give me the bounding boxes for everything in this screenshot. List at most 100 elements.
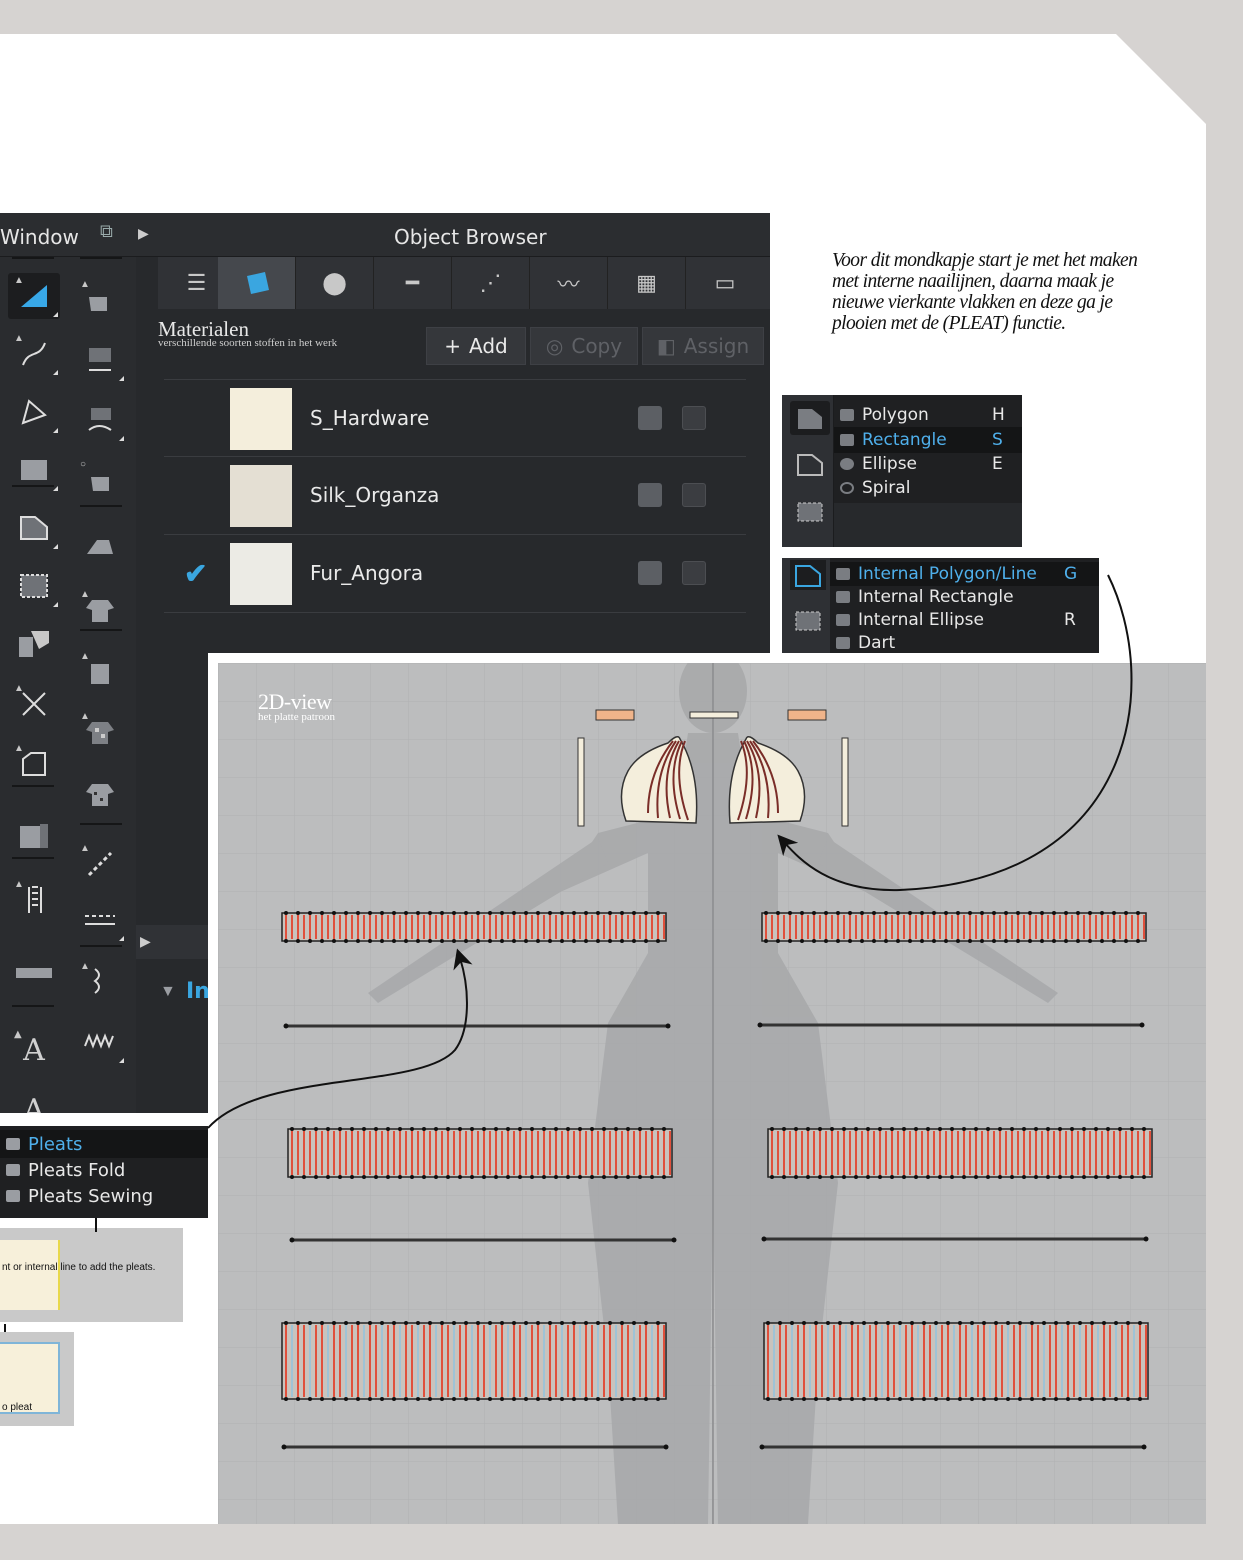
tool-text2-icon[interactable]: A [8,1087,60,1114]
material-row[interactable]: ✔ Fur_Angora [164,535,746,613]
pleat-dot [452,911,456,915]
pleat-dot [524,939,528,943]
pleat-dot [296,1397,300,1401]
tool-polygon-icon[interactable] [8,505,60,551]
menu-item-internal-rectangle[interactable]: Internal Rectangle [836,585,1014,609]
tab-topstitch[interactable]: ⋰ [452,257,530,309]
tool-panel: ▲ ▲ ▲ ▲ ▲ ▲ A A ▲ ○ ▲ ▲ ▲ ▲ ▲ [0,257,136,1113]
expand-arrow-icon[interactable]: ▶ [138,225,149,242]
assign-button[interactable]: ◧ Assign [642,327,764,365]
pleat-dot [488,911,492,915]
pleat-dot [1100,911,1104,915]
tool-dart-icon[interactable] [8,621,60,667]
menu-item-internal-polygon[interactable]: Internal Polygon/Line [836,562,1037,586]
pleat-dot [992,939,996,943]
menu-item-pleats-fold[interactable]: Pleats Fold [6,1158,125,1182]
internal-polygon-tool-icon[interactable] [790,560,826,590]
tool-seam-icon[interactable]: ▲ [8,741,60,787]
menu-item-pleats-sewing[interactable]: Pleats Sewing [6,1184,153,1208]
material-add-icon[interactable] [682,406,706,430]
pleat-dot [1040,939,1044,943]
pleat-dot [392,911,396,915]
pleat-dot [332,1397,336,1401]
menu-item-spiral[interactable]: Spiral [840,476,910,500]
tool-cut-icon[interactable]: ▲ [8,681,60,727]
tool-iron-icon[interactable] [74,523,126,569]
tool-fold-icon[interactable] [8,813,60,859]
pleat-dot [512,911,516,915]
material-preview-icon[interactable] [638,406,662,430]
pleat-dot [1126,1321,1130,1325]
pleat-dot [422,1127,426,1131]
popout-icon[interactable]: ⧉ [100,221,113,242]
tool-sew-line-icon[interactable] [74,337,126,383]
tool-select-icon[interactable]: ▲ [8,273,60,319]
tab-zipper[interactable]: 〰 [530,257,608,309]
tool-ruler-icon[interactable] [8,949,60,995]
tool-sew-curve-icon[interactable] [74,397,126,443]
tool-sew-icon[interactable]: ▲ [74,277,126,323]
pleat-dot [500,1321,504,1325]
polygon-icon [840,409,854,421]
pleat-dot [446,1175,450,1179]
pleat-dot [1094,1175,1098,1179]
tool-pin-icon[interactable]: ▲ [74,649,126,695]
tool-topstitch-icon[interactable]: ▲ [74,841,126,887]
pleat-dot [958,1321,962,1325]
pleat-dot [656,1321,660,1325]
internal-polygon-tool-icon[interactable] [790,447,830,481]
menu-item-dart[interactable]: Dart [836,631,895,654]
add-button[interactable]: + Add [426,327,526,365]
menu-item-polygon[interactable]: Polygon [840,403,929,427]
tab-ruler[interactable]: ▭ [686,257,764,309]
tool-segment-stitch-icon[interactable] [74,897,126,943]
menu-item-internal-ellipse[interactable]: Internal Ellipse [836,608,984,632]
material-preview-icon[interactable] [638,483,662,507]
tool-elastic-icon[interactable] [74,1019,126,1065]
polygon-tool-icon[interactable] [790,401,830,435]
tool-measure-icon[interactable]: ▲ [8,877,60,923]
pleat-dot [506,1127,510,1131]
copy-button[interactable]: ◎ Copy [530,327,638,365]
tool-tack-icon[interactable]: ○ [74,457,126,503]
menu-item-ellipse[interactable]: Ellipse [840,452,917,476]
pleat-dot [350,1175,354,1179]
tool-garment-icon[interactable]: ▲ [74,587,126,633]
tab-fabric[interactable] [218,257,296,309]
tab-buttonhole[interactable]: ━ [374,257,452,309]
tab-button[interactable]: ⬤ [296,257,374,309]
pleat-dot [1070,1127,1074,1131]
pleat-dot [842,1175,846,1179]
tool-texture-icon[interactable] [74,771,126,817]
internal-rect-tool-icon[interactable] [790,606,826,636]
pleat-dot [494,1175,498,1179]
seam-dot [1141,1444,1147,1450]
2d-pattern-view[interactable]: 2D-view het platte patroon [208,653,1206,1524]
material-add-icon[interactable] [682,561,706,585]
menu-item-label: Polygon [862,405,929,425]
tool-text-icon[interactable]: ▲ A [8,1027,60,1073]
pleat-dot [1118,1127,1122,1131]
expand-arrow-icon[interactable]: ▶ [140,933,151,950]
material-row[interactable]: Silk_Organza [164,457,746,535]
collapse-triangle-icon[interactable]: ▼ [160,983,176,1001]
material-row[interactable]: S_Hardware [164,379,746,457]
menu-item-pleats[interactable]: Pleats [6,1132,82,1156]
tab-graphic[interactable]: ▦ [608,257,686,309]
pleat-dot [482,1127,486,1131]
menu-item-label: Rectangle [862,430,947,450]
tool-curve-icon[interactable]: ▲ [8,331,60,377]
pattern-canvas[interactable] [218,663,1206,1524]
tool-internal-shape-icon[interactable] [8,563,60,609]
pleat-dot [608,939,612,943]
tool-garment-pattern-icon[interactable]: ▲ [74,709,126,755]
pleat-dot [1094,1127,1098,1131]
material-preview-icon[interactable] [638,561,662,585]
material-add-icon[interactable] [682,483,706,507]
menu-item-rectangle[interactable]: Rectangle [840,428,947,452]
internal-rect-tool-icon[interactable] [790,495,830,529]
pleat-dot [350,1127,354,1131]
pleat-dot [464,939,468,943]
tool-transform-icon[interactable] [8,389,60,435]
tool-zipper-icon[interactable]: ▲ [74,959,126,1005]
